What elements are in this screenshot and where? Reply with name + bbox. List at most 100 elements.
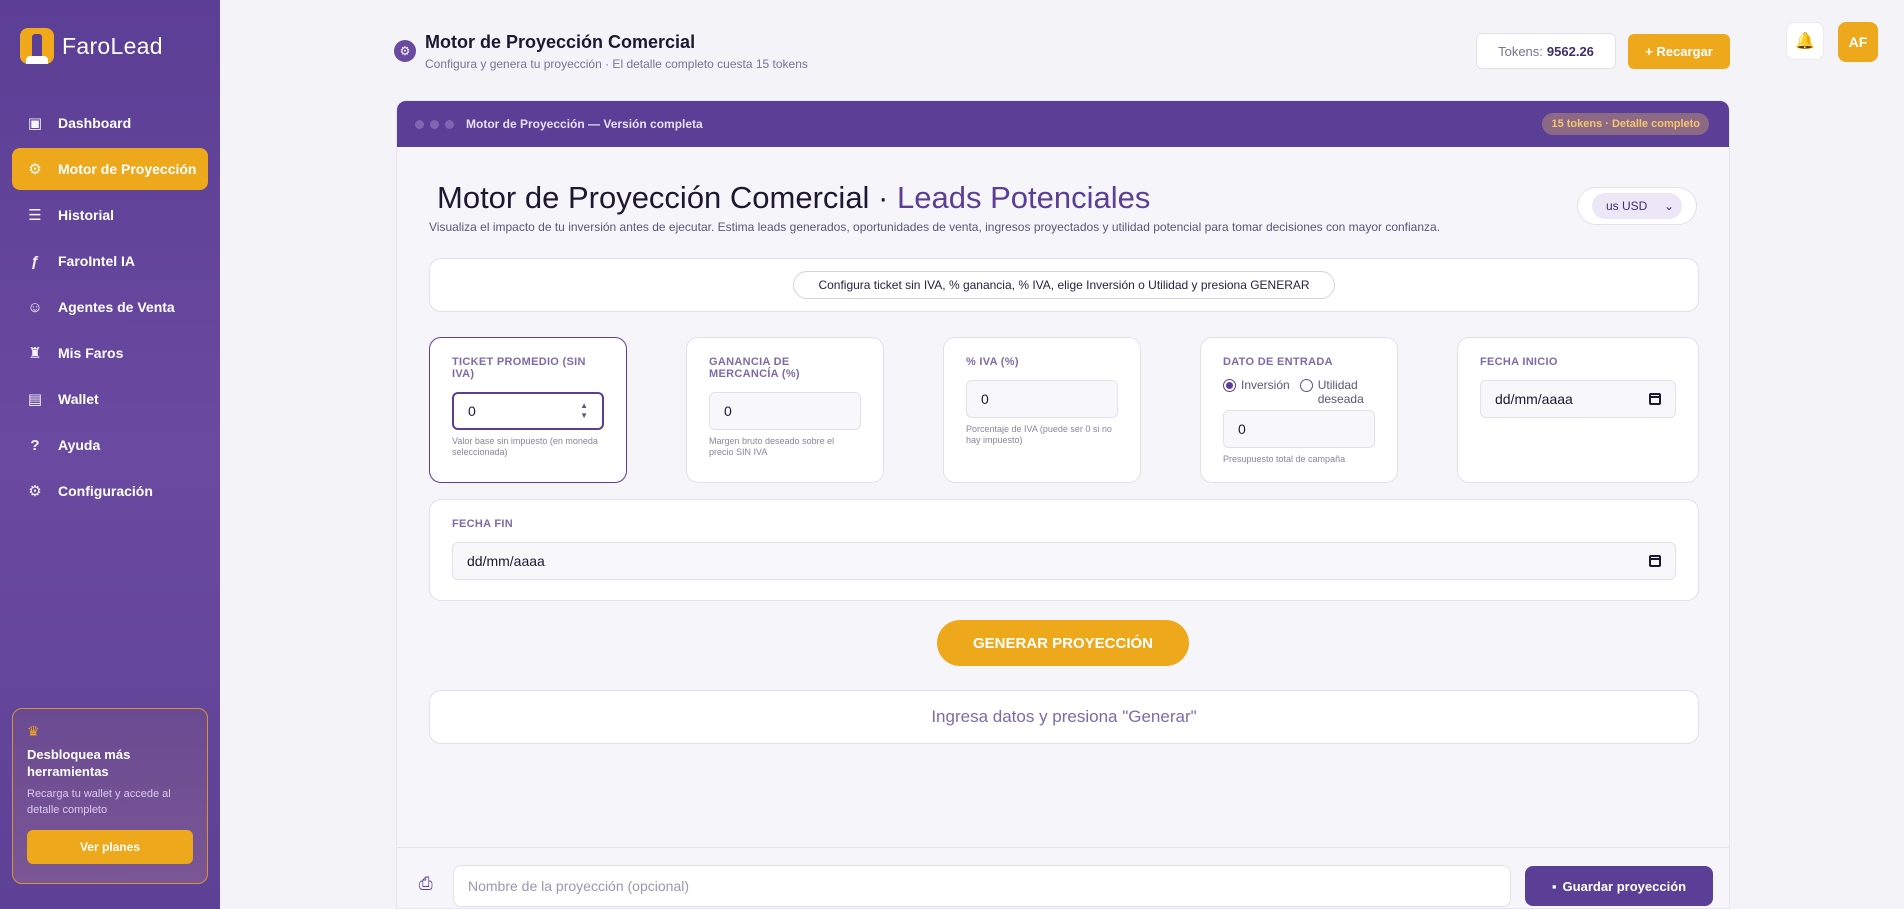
fecha-fin-card: FECHA FIN dd/mm/aaaa [429, 499, 1699, 601]
radio-inversion[interactable]: Inversión [1223, 378, 1290, 392]
currency-select-pill[interactable]: us USD ⌄ [1592, 193, 1682, 219]
sidebar-item-label: Wallet [58, 391, 99, 407]
input-type-radio-group: Inversión Utilidad deseada [1223, 378, 1375, 406]
sidebar-item-farointel[interactable]: ƒ FaroIntel IA [12, 240, 208, 282]
view-plans-button[interactable]: Ver planes [27, 830, 193, 864]
chevron-down-icon: ⌄ [1663, 199, 1674, 213]
instructions-pill: Configura ticket sin IVA, % ganancia, % … [793, 271, 1335, 299]
iva-help: Porcentaje de IVA (puede ser 0 si no hay… [966, 424, 1112, 445]
section-title: Motor de Proyección Comercial · Leads Po… [437, 180, 1150, 216]
fecha-inicio-label: FECHA INICIO [1480, 356, 1558, 368]
sidebar-item-label: FaroIntel IA [58, 253, 136, 269]
fecha-fin-input[interactable]: dd/mm/aaaa [452, 542, 1676, 580]
page-title: Motor de Proyección Comercial [425, 32, 696, 52]
ticket-input[interactable]: 0 ▲ ▼ [452, 392, 604, 430]
currency-select[interactable]: us USD ⌄ [1577, 187, 1697, 225]
window-dots [415, 119, 454, 129]
ticket-input-value: 0 [468, 403, 476, 419]
save-projection-button[interactable]: ▪ Guardar proyección [1525, 866, 1713, 906]
section-title-accent: Leads Potenciales [897, 180, 1151, 215]
ganancia-card: GANANCIA DE MERCANCÍA (%) 0 Margen bruto… [686, 337, 884, 483]
ganancia-label: GANANCIA DE MERCANCÍA (%) [709, 356, 800, 380]
avatar[interactable]: AF [1838, 22, 1878, 62]
radio-checked-icon[interactable] [1223, 379, 1236, 392]
sidebar-item-label: Configuración [58, 483, 153, 499]
token-balance: Tokens: 9562.26 [1476, 33, 1616, 69]
sidebar-item-label: Historial [58, 207, 115, 223]
radio-unchecked-icon[interactable] [1299, 379, 1313, 392]
panel-bar-title: Motor de Proyección — Versión completa [466, 117, 703, 131]
instructions-box: Configura ticket sin IVA, % ganancia, % … [429, 258, 1699, 312]
dato-entrada-value: 0 [1238, 421, 1246, 437]
sidebar-item-dashboard[interactable]: ▣ Dashboard [12, 102, 208, 144]
fecha-inicio-input[interactable]: dd/mm/aaaa [1480, 380, 1676, 418]
sidebar-item-configuracion[interactable]: ⚙ Configuración [12, 470, 208, 512]
print-icon[interactable]: ⎙ [419, 874, 433, 894]
sidebar-item-label: Motor de Proyección [58, 161, 197, 177]
radio-utilidad-label: Utilidad deseada [1317, 378, 1364, 406]
ticket-help: Valor base sin impuesto (en moneda selec… [452, 436, 598, 457]
ganancia-help: Margen bruto deseado sobre el precio SIN… [709, 436, 835, 457]
lighthouse-logo-icon [20, 28, 54, 64]
panel-footer: ⎙ Nombre de la proyección (opcional) ▪ G… [397, 847, 1729, 908]
projection-panel: Motor de Proyección — Versión completa 1… [396, 100, 1730, 909]
iva-label: % IVA (%) [966, 356, 1019, 368]
promo-title: Desbloquea más herramientas [27, 747, 131, 779]
farointel-icon: ƒ [30, 252, 40, 270]
ticket-label: TICKET PROMEDIO (SIN IVA) [452, 356, 586, 380]
ticket-card: TICKET PROMEDIO (SIN IVA) 0 ▲ ▼ Valor bas… [429, 337, 627, 483]
iva-input[interactable]: 0 [966, 380, 1118, 418]
fecha-fin-label: FECHA FIN [452, 518, 513, 530]
section-description: Visualiza el impacto de tu inversión ant… [429, 220, 1441, 234]
token-cost-badge: 15 tokens · Detalle completo [1542, 113, 1709, 135]
promo-text: Recarga tu wallet y accede al detalle co… [27, 788, 171, 816]
fecha-inicio-value: dd/mm/aaaa [1495, 391, 1573, 407]
calendar-icon[interactable] [1649, 393, 1661, 405]
panel-title-bar: Motor de Proyección — Versión completa 1… [397, 101, 1729, 147]
app-name: FaroLead [62, 32, 163, 59]
sidebar-item-label: Mis Faros [58, 345, 124, 361]
dashboard-icon: ▣ [27, 115, 43, 132]
radio-inversion-label: Inversión [1241, 378, 1290, 392]
history-icon: ☰ [28, 207, 42, 224]
ganancia-input[interactable]: 0 [709, 392, 861, 430]
bell-icon[interactable]: 🔔 [1786, 22, 1824, 60]
save-icon: ▪ [1551, 878, 1557, 894]
results-placeholder: Ingresa datos y presiona "Generar" [429, 690, 1699, 744]
crown-icon: ♛ [27, 723, 40, 739]
sidebar-item-label: Dashboard [58, 115, 132, 131]
dato-entrada-card: DATO DE ENTRADA Inversión Utilidad desea… [1200, 337, 1398, 483]
iva-card: % IVA (%) 0 Porcentaje de IVA (puede ser… [943, 337, 1141, 483]
generate-projection-button[interactable]: GENERAR PROYECCIÓN [937, 620, 1189, 666]
page-subtitle: Configura y genera tu proyección · El de… [425, 57, 808, 71]
app-logo[interactable]: FaroLead [20, 28, 163, 64]
iva-input-value: 0 [981, 391, 989, 407]
sidebar-item-motor-proyeccion[interactable]: ⚙ Motor de Proyección [12, 148, 208, 190]
tokens-value: 9562.26 [1546, 43, 1594, 59]
fecha-fin-value: dd/mm/aaaa [467, 553, 545, 569]
currency-value: us USD [1606, 199, 1648, 213]
sidebar-item-ayuda[interactable]: ? Ayuda [12, 424, 208, 466]
sidebar-item-historial[interactable]: ☰ Historial [12, 194, 208, 236]
tokens-label: Tokens: [1498, 43, 1543, 59]
dato-entrada-input[interactable]: 0 [1223, 410, 1375, 448]
radio-utilidad[interactable]: Utilidad deseada [1299, 378, 1374, 406]
number-stepper-icon[interactable]: ▲ ▼ [580, 402, 588, 420]
sidebar-item-wallet[interactable]: ▤ Wallet [12, 378, 208, 420]
projection-engine-icon: ⚙ [28, 161, 42, 178]
fecha-inicio-card: FECHA INICIO dd/mm/aaaa [1457, 337, 1699, 483]
projection-name-input[interactable]: Nombre de la proyección (opcional) [453, 865, 1511, 907]
section-title-main: Motor de Proyección Comercial · [437, 180, 889, 215]
calendar-icon[interactable] [1649, 555, 1661, 567]
sidebar-item-agentes[interactable]: ☺ Agentes de Venta [12, 286, 208, 328]
dato-entrada-label: DATO DE ENTRADA [1223, 356, 1333, 368]
sidebar: FaroLead ▣ Dashboard ⚙ Motor de Proyecci… [0, 0, 220, 909]
recharge-button[interactable]: + Recargar [1628, 34, 1730, 69]
sidebar-item-mis-faros[interactable]: ♜ Mis Faros [12, 332, 208, 374]
sidebar-nav: ▣ Dashboard ⚙ Motor de Proyección ☰ Hist… [12, 102, 208, 516]
upgrade-promo: ♛ Desbloquea más herramientas Recarga tu… [12, 708, 208, 884]
sidebar-item-label: Ayuda [58, 437, 101, 453]
dato-entrada-help: Presupuesto total de campaña [1223, 454, 1346, 464]
help-icon: ? [30, 436, 40, 454]
projection-engine-icon: ⚙ [394, 40, 416, 62]
